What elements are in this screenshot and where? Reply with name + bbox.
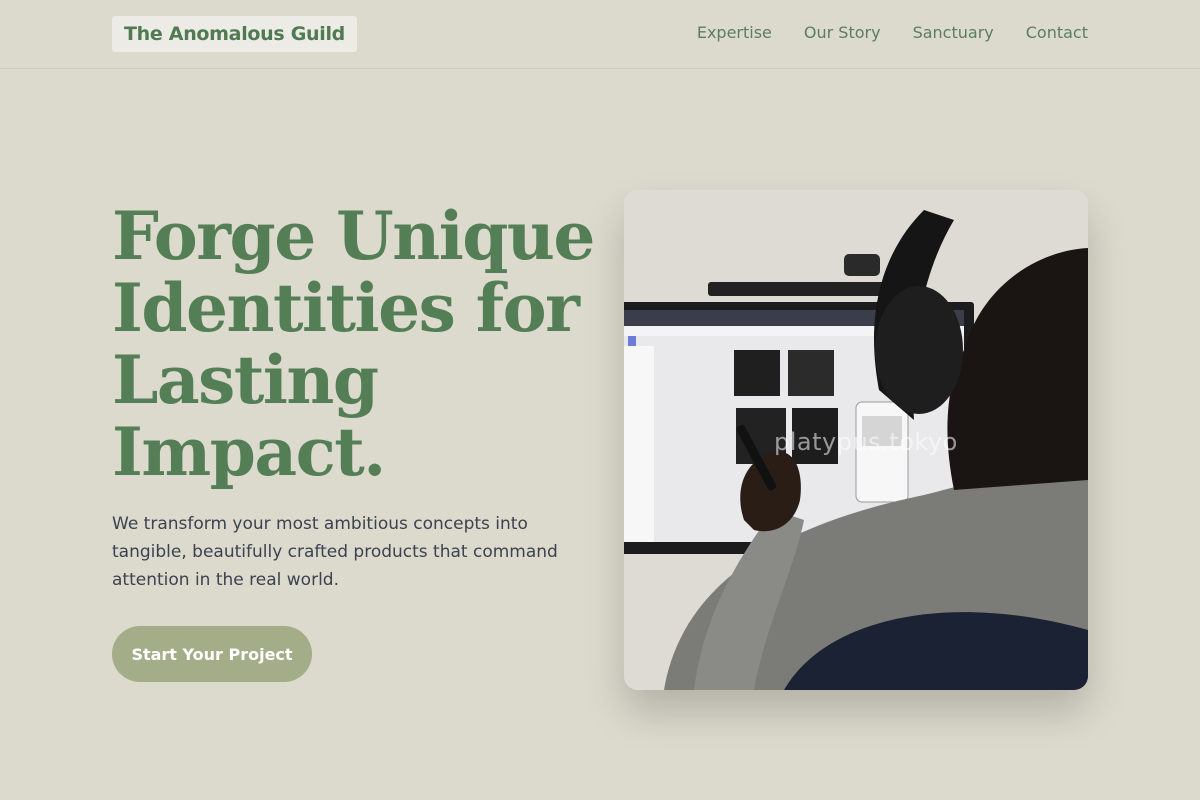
nav-link-our-story[interactable]: Our Story bbox=[804, 22, 881, 44]
nav-link-contact[interactable]: Contact bbox=[1026, 22, 1088, 44]
hero-title-line: Impact. bbox=[112, 413, 386, 491]
nav-link-expertise[interactable]: Expertise bbox=[697, 22, 772, 44]
site-header: The Anomalous Guild Expertise Our Story … bbox=[0, 0, 1200, 69]
site-logo[interactable]: The Anomalous Guild bbox=[112, 16, 357, 52]
hero-title-line: Lasting bbox=[112, 341, 379, 419]
hero-title-line: Identities for bbox=[112, 269, 580, 347]
main-nav: Expertise Our Story Sanctuary Contact bbox=[697, 22, 1088, 44]
hero-title: Forge Unique Identities for Lasting Impa… bbox=[112, 197, 595, 491]
image-watermark: platypus.tokyo bbox=[774, 428, 958, 456]
start-project-button[interactable]: Start Your Project bbox=[112, 626, 312, 682]
nav-link-sanctuary[interactable]: Sanctuary bbox=[913, 22, 994, 44]
hero-title-line: Forge Unique bbox=[112, 197, 595, 275]
hero-image: platypus.tokyo bbox=[624, 190, 1088, 690]
hero-subtitle: We transform your most ambitious concept… bbox=[112, 514, 558, 590]
